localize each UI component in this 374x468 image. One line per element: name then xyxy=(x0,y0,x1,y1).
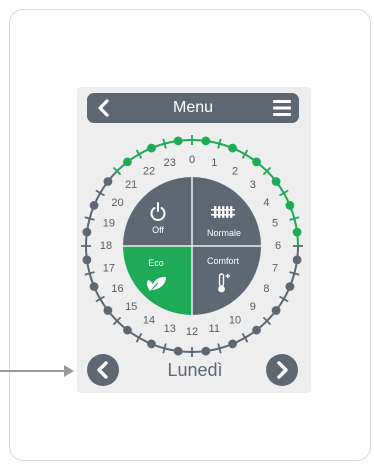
hour-label: 6 xyxy=(275,240,281,252)
schedule-slot-dot[interactable] xyxy=(292,255,302,265)
hour-label: 8 xyxy=(263,283,269,295)
mode-eco-label: Eco xyxy=(148,258,164,268)
schedule-slot-dot[interactable] xyxy=(285,282,295,291)
callout-arrow-line xyxy=(0,370,66,372)
next-day-button[interactable] xyxy=(266,354,298,386)
radiator-icon xyxy=(211,206,235,218)
schedule-slot-dot[interactable] xyxy=(82,255,92,265)
schedule-slot-dot[interactable] xyxy=(271,177,281,186)
hour-label: 13 xyxy=(164,323,176,335)
hour-label: 20 xyxy=(111,197,123,209)
day-label: Lunedì xyxy=(167,360,223,380)
hour-label: 23 xyxy=(164,157,176,169)
hour-label: 7 xyxy=(272,262,278,274)
schedule-slot-dot[interactable] xyxy=(89,282,99,291)
schedule-slot-dot[interactable] xyxy=(82,227,92,237)
hour-label: 0 xyxy=(189,154,195,166)
schedule-slot-dot[interactable] xyxy=(173,136,183,146)
hour-label: 14 xyxy=(143,314,155,326)
prev-day-button[interactable] xyxy=(87,354,119,386)
hour-label: 4 xyxy=(263,197,269,209)
schedule-slot-dot[interactable] xyxy=(147,339,156,349)
hour-label: 12 xyxy=(186,326,198,338)
schedule-slot-dot[interactable] xyxy=(271,306,281,315)
schedule-slot-dot[interactable] xyxy=(123,325,132,335)
hour-label: 21 xyxy=(125,179,137,191)
hour-label: 5 xyxy=(272,218,278,230)
mode-off-label: Off xyxy=(152,225,164,235)
hour-label: 3 xyxy=(250,179,256,191)
mode-normale-label: Normale xyxy=(207,228,241,238)
schedule-slot-dot[interactable] xyxy=(123,157,132,167)
schedule-slot-dot[interactable] xyxy=(147,143,156,153)
hour-label: 11 xyxy=(209,323,220,335)
schedule-slot-dot[interactable] xyxy=(103,177,113,186)
schedule-slot-dot[interactable] xyxy=(228,143,237,153)
schedule-slot-dot[interactable] xyxy=(252,325,261,335)
hour-label: 18 xyxy=(100,240,112,252)
schedule-slot-dot[interactable] xyxy=(228,339,237,349)
menu-header: Menu xyxy=(87,93,299,123)
hour-label: 17 xyxy=(103,262,115,274)
hour-label: 9 xyxy=(250,301,256,313)
schedule-slot-dot[interactable] xyxy=(201,346,211,356)
schedule-slot-dot[interactable] xyxy=(252,157,261,167)
hamburger-icon xyxy=(273,100,291,116)
schedule-slot-dot[interactable] xyxy=(103,306,113,315)
chevron-right-icon xyxy=(277,361,288,379)
hour-label: 2 xyxy=(232,166,238,178)
schedule-slot-dot[interactable] xyxy=(89,201,99,210)
hour-label: 16 xyxy=(111,283,123,295)
schedule-slot-dot[interactable] xyxy=(201,136,211,146)
schedule-slot-dot[interactable] xyxy=(292,227,302,237)
chevron-left-icon xyxy=(97,361,108,379)
hour-label: 10 xyxy=(229,314,241,326)
schedule-slot-dot[interactable] xyxy=(173,346,183,356)
callout-arrow-icon xyxy=(64,365,74,377)
hour-label: 22 xyxy=(143,166,155,178)
schedule-slot-dot[interactable] xyxy=(285,201,295,210)
mode-comfort-label: Comfort xyxy=(207,256,240,266)
hour-label: 19 xyxy=(103,218,115,230)
hour-label: 1 xyxy=(211,157,217,169)
menu-button[interactable] xyxy=(267,93,297,123)
hour-label: 15 xyxy=(125,301,137,313)
